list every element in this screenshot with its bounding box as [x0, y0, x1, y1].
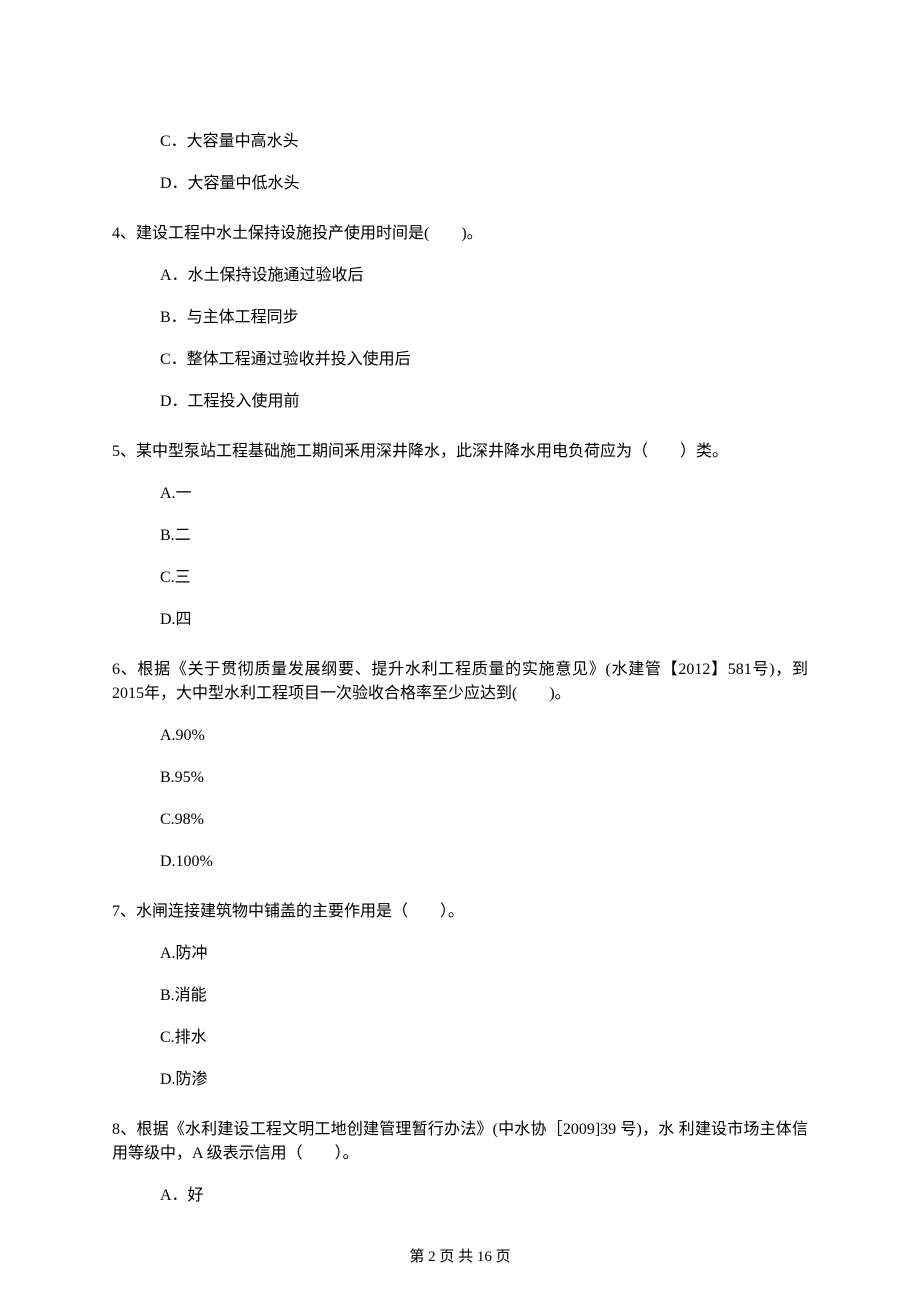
- q7-option-d: D.防渗: [160, 1068, 808, 1092]
- q5-option-b: B.二: [160, 524, 808, 548]
- q5-stem: 5、某中型泵站工程基础施工期间釆用深井降水，此深井降水用电负荷应为（ ）类。: [112, 440, 808, 464]
- q5-option-d: D.四: [160, 608, 808, 632]
- q4-stem: 4、建设工程中水土保持设施投产使用时间是( )。: [112, 222, 808, 246]
- q8-stem: 8、根据《水利建设工程文明工地创建管理暂行办法》(中水协［2009]39 号)，…: [112, 1118, 808, 1166]
- q4-option-d: D．工程投入使用前: [160, 390, 808, 414]
- q6-option-a: A.90%: [160, 724, 808, 748]
- q4-option-c: C．整体工程通过验收并投入使用后: [160, 348, 808, 372]
- q4-option-b: B．与主体工程同步: [160, 306, 808, 330]
- q6-option-c: C.98%: [160, 808, 808, 832]
- q3-option-d: D．大容量中低水头: [160, 172, 808, 196]
- q3-option-c: C．大容量中高水头: [160, 130, 808, 154]
- q7-stem: 7、水闸连接建筑物中铺盖的主要作用是（ ）。: [112, 900, 808, 924]
- q6-option-d: D.100%: [160, 850, 808, 874]
- q8-option-a: A．好: [160, 1184, 808, 1208]
- q5-option-c: C.三: [160, 566, 808, 590]
- page-footer: 第 2 页 共 16 页: [0, 1246, 920, 1269]
- q4-option-a: A．水土保持设施通过验收后: [160, 264, 808, 288]
- q6-option-b: B.95%: [160, 766, 808, 790]
- document-page: C．大容量中高水头 D．大容量中低水头 4、建设工程中水土保持设施投产使用时间是…: [0, 0, 920, 1302]
- q6-stem: 6、根据《关于贯彻质量发展纲要、提升水利工程质量的实施意见》(水建管【2012】…: [112, 658, 808, 706]
- q7-option-a: A.防冲: [160, 942, 808, 966]
- q7-option-c: C.排水: [160, 1026, 808, 1050]
- q7-option-b: B.消能: [160, 984, 808, 1008]
- q5-option-a: A.一: [160, 482, 808, 506]
